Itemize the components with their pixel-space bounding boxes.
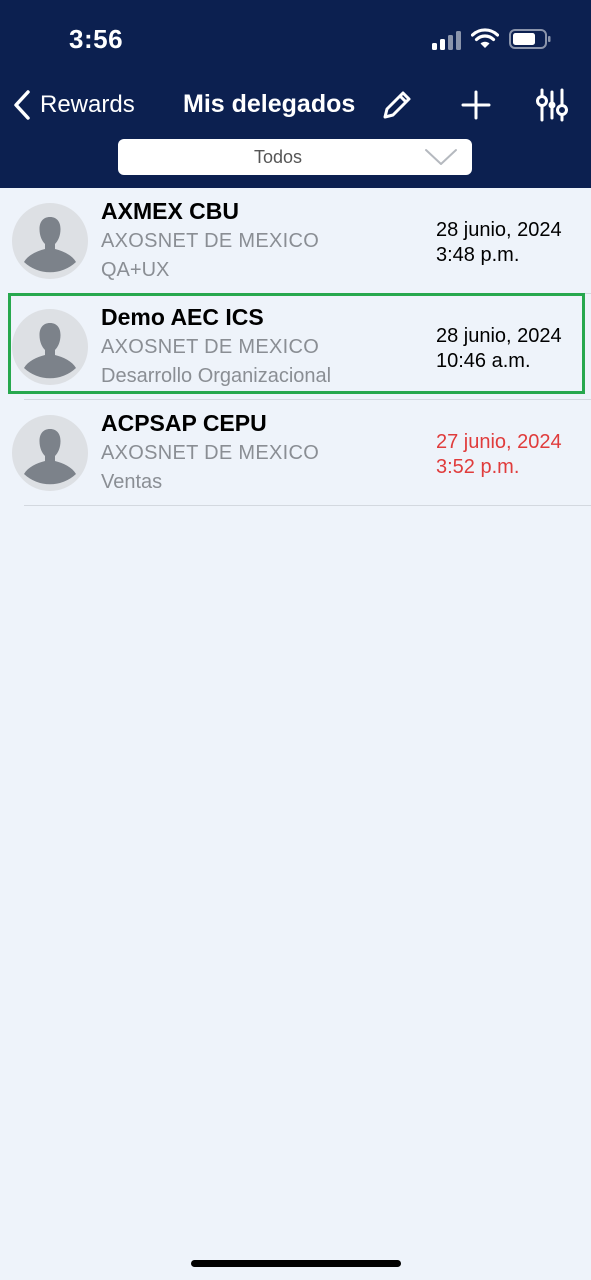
list-item[interactable]: ACPSAP CEPU AXOSNET DE MEXICO Ventas 27 … xyxy=(0,400,591,506)
delegate-date: 27 junio, 2024 xyxy=(436,431,562,453)
chevron-left-icon xyxy=(14,90,30,120)
delegate-department: Ventas xyxy=(101,471,163,493)
home-indicator[interactable] xyxy=(191,1260,401,1267)
row-divider xyxy=(24,505,591,506)
filter-dropdown-value: Todos xyxy=(253,147,303,167)
status-bar: 3:56 xyxy=(0,0,591,80)
avatar xyxy=(12,415,88,491)
pencil-icon[interactable] xyxy=(378,86,416,124)
avatar xyxy=(12,203,88,279)
back-button[interactable]: Rewards xyxy=(10,86,135,124)
cellular-signal-icon xyxy=(432,31,461,50)
delegate-date: 28 junio, 2024 xyxy=(436,219,562,241)
delegate-date: 28 junio, 2024 xyxy=(436,325,562,347)
page-title: Mis delegados xyxy=(183,90,356,118)
status-time: 3:56 xyxy=(69,24,124,54)
delegate-company: AXOSNET DE MEXICO xyxy=(101,336,320,358)
plus-icon[interactable] xyxy=(457,86,495,124)
delegate-department: Desarrollo Organizacional xyxy=(101,365,332,387)
delegate-company: AXOSNET DE MEXICO xyxy=(101,442,320,464)
sliders-icon[interactable] xyxy=(533,86,571,124)
battery-icon xyxy=(509,29,551,49)
person-silhouette-icon xyxy=(24,323,76,379)
delegate-time: 10:46 a.m. xyxy=(436,350,531,372)
delegate-name: ACPSAP CEPU xyxy=(101,410,267,436)
back-button-label: Rewards xyxy=(40,91,135,118)
delegate-time: 3:48 p.m. xyxy=(436,244,520,266)
delegate-company: AXOSNET DE MEXICO xyxy=(101,230,320,252)
delegate-name: AXMEX CBU xyxy=(101,198,240,224)
list-item[interactable]: Demo AEC ICS AXOSNET DE MEXICO Desarroll… xyxy=(0,294,591,400)
delegate-time: 3:52 p.m. xyxy=(436,456,520,478)
list-item[interactable]: AXMEX CBU AXOSNET DE MEXICO QA+UX 28 jun… xyxy=(0,188,591,294)
navigation-bar: Rewards Mis delegados xyxy=(0,80,591,130)
filter-dropdown[interactable]: Todos xyxy=(118,139,472,175)
delegate-name: Demo AEC ICS xyxy=(101,304,264,330)
person-silhouette-icon xyxy=(24,217,76,273)
chevron-down-icon[interactable] xyxy=(424,147,458,167)
header: 3:56 Rewards Mis delegados Todos xyxy=(0,0,591,188)
delegate-department: QA+UX xyxy=(101,259,170,281)
person-silhouette-icon xyxy=(24,429,76,485)
avatar xyxy=(12,309,88,385)
wifi-icon xyxy=(471,28,499,48)
